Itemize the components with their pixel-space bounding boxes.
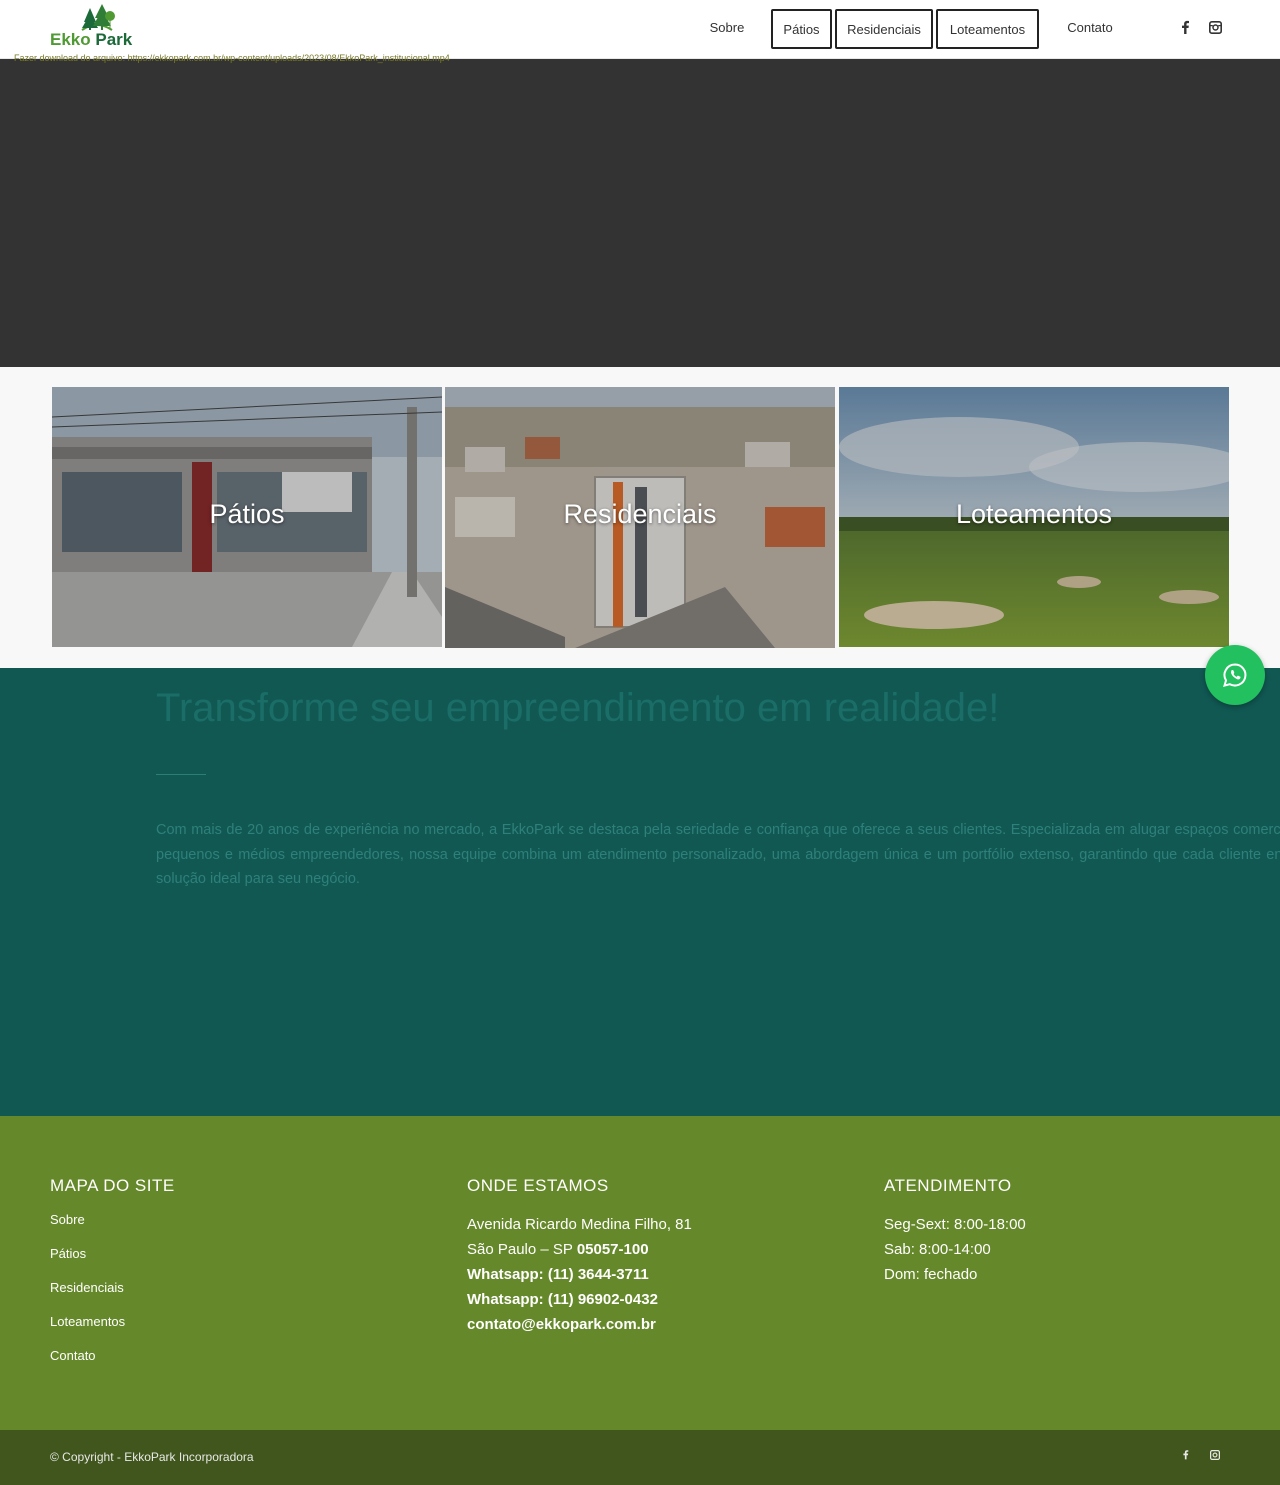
hero-video-area[interactable]: Fazer download do arquivo: https://ekkop… [0, 53, 1280, 367]
about-divider [156, 774, 206, 775]
copyright-text: © Copyright - EkkoPark Incorporadora [50, 1450, 254, 1464]
sitemap-title: MAPA DO SITE [50, 1176, 175, 1195]
footer-instagram-icon[interactable] [1205, 1447, 1225, 1467]
card-loteamentos-label: Loteamentos [955, 499, 1113, 529]
nav-patios[interactable]: Pátios [771, 9, 832, 49]
about-title: Transforme seu empreendimento em realida… [156, 686, 1000, 730]
whatsapp-1-text[interactable]: Whatsapp: (11) 3644-3711 [467, 1266, 649, 1283]
video-fallback-text[interactable]: Fazer download do arquivo: https://ekkop… [14, 53, 450, 63]
footer-link-patios[interactable]: Pátios [50, 1246, 175, 1280]
footer-link-contato[interactable]: Contato [50, 1348, 175, 1382]
footer-link-sobre[interactable]: Sobre [50, 1212, 175, 1246]
hours-weekdays: Seg-Sext: 8:00-18:00 [884, 1216, 1026, 1233]
logo-word-ekko: Ekko [50, 30, 91, 49]
whatsapp-line-2[interactable]: Whatsapp: (11) 96902-0432 [467, 1287, 692, 1312]
instagram-icon[interactable] [1205, 19, 1225, 39]
card-loteamentos[interactable]: Loteamentos [839, 387, 1229, 647]
card-residenciais-label: Residenciais [563, 499, 717, 529]
nav-sobre[interactable]: Sobre [699, 9, 755, 49]
logo-word-park: Park [95, 30, 133, 49]
address-line: Avenida Ricardo Medina Filho, 81 [467, 1216, 692, 1233]
ekkopark-logo[interactable]: Ekko Park [50, 2, 144, 50]
location-title: ONDE ESTAMOS [467, 1176, 609, 1195]
hours-saturday: Sab: 8:00-14:00 [884, 1241, 991, 1258]
nav-contato[interactable]: Contato [1055, 9, 1125, 49]
footer-facebook-icon[interactable] [1175, 1447, 1195, 1467]
card-patios[interactable]: Pátios [52, 387, 442, 647]
nav-loteamentos[interactable]: Loteamentos [936, 9, 1039, 49]
logo-trees-icon [81, 4, 115, 31]
email-line[interactable]: contato@ekkopark.com.br [467, 1312, 692, 1337]
city-text: São Paulo – SP [467, 1241, 577, 1258]
footer-link-residenciais[interactable]: Residenciais [50, 1280, 175, 1314]
hours-title: ATENDIMENTO [884, 1176, 1012, 1195]
card-residenciais[interactable]: Residenciais [445, 387, 835, 648]
hours-sunday: Dom: fechado [884, 1266, 978, 1283]
logo-wordmark: Ekko Park [50, 30, 132, 50]
site-footer: MAPA DO SITE Sobre Pátios Residenciais L… [0, 1116, 1280, 1430]
footer-link-loteamentos[interactable]: Loteamentos [50, 1314, 175, 1348]
whatsapp-2-text[interactable]: Whatsapp: (11) 96902-0432 [467, 1291, 658, 1308]
whatsapp-float-button[interactable] [1205, 645, 1265, 705]
bottom-bar: © Copyright - EkkoPark Incorporadora [0, 1430, 1280, 1485]
site-header: Ekko Park Sobre Pátios Residenciais Lote… [0, 0, 1280, 59]
facebook-icon[interactable] [1175, 19, 1195, 39]
email-link[interactable]: contato@ekkopark.com.br [467, 1316, 656, 1333]
cep-text: 05057-100 [576, 1241, 649, 1258]
footer-location: ONDE ESTAMOS Avenida Ricardo Medina Filh… [467, 1176, 692, 1337]
city-line: São Paulo – SP 05057-100 [467, 1237, 692, 1262]
nav-residenciais[interactable]: Residenciais [835, 9, 933, 49]
footer-sitemap: MAPA DO SITE Sobre Pátios Residenciais L… [50, 1176, 175, 1382]
whatsapp-icon [1223, 663, 1247, 688]
about-text: Com mais de 20 anos de experiência no me… [156, 822, 1280, 887]
about-section: Transforme seu empreendimento em realida… [0, 668, 1280, 1116]
category-cards: Pátios Residenciais Loteamentos [0, 367, 1280, 668]
footer-hours: ATENDIMENTO Seg-Sext: 8:00-18:00 Sab: 8:… [884, 1176, 1026, 1287]
whatsapp-line-1[interactable]: Whatsapp: (11) 3644-3711 [467, 1262, 692, 1287]
card-patios-label: Pátios [209, 499, 285, 529]
